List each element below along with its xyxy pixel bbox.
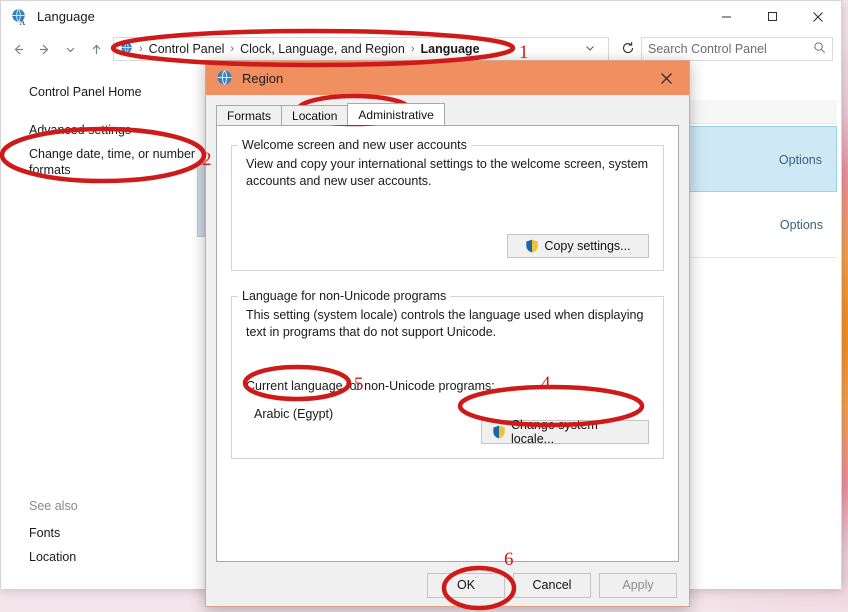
recent-pages-chevron-down-icon[interactable] [57, 36, 83, 62]
language-globe-icon: A [11, 8, 29, 27]
copy-settings-button[interactable]: Copy settings... [507, 234, 649, 258]
ok-button[interactable]: OK [427, 572, 505, 598]
search-placeholder: Search Control Panel [648, 42, 767, 56]
see-also-item-fonts[interactable]: Fonts [1, 521, 211, 545]
window-title: Language [37, 9, 95, 24]
language-globe-icon [120, 41, 136, 57]
region-dialog-title: Region [242, 70, 284, 86]
tab-formats[interactable]: Formats [216, 105, 283, 125]
minimize-icon[interactable] [703, 1, 749, 32]
options-link[interactable]: Options [779, 153, 822, 167]
non-unicode-language-group: Language for non-Unicode programs This s… [231, 289, 664, 459]
cancel-button[interactable]: Cancel [513, 572, 591, 598]
change-system-locale-button-label: Change system locale... [511, 418, 598, 446]
close-icon[interactable] [795, 1, 841, 32]
change-system-locale-button[interactable]: Change system locale... [481, 418, 649, 446]
welcome-screen-group-legend: Welcome screen and new user accounts [242, 138, 467, 152]
see-also-item-location[interactable]: Location [1, 545, 211, 569]
region-globe-icon [216, 69, 234, 87]
current-language-value: Arabic (Egypt) [254, 407, 334, 421]
region-tabs: Formats Location Administrative [216, 103, 679, 125]
svg-text:A: A [20, 18, 26, 26]
current-language-label: Current language for non-Unicode program… [246, 379, 495, 393]
region-dialog-titlebar: Region [206, 61, 689, 95]
up-arrow-icon[interactable] [83, 36, 109, 62]
window-controls [703, 1, 841, 32]
sidebar: Control Panel Home Advanced settings Cha… [1, 66, 211, 589]
forward-arrow-icon[interactable] [31, 36, 57, 62]
address-chevron-down-icon[interactable] [576, 42, 604, 57]
see-also-title: See also [29, 499, 78, 513]
copy-settings-button-label: Copy settings... [544, 239, 631, 253]
sidebar-item-change-date-time-number-formats[interactable]: Change date, time, or number formats [1, 142, 211, 182]
breadcrumb-language[interactable]: Language [415, 42, 484, 56]
options-link[interactable]: Options [780, 218, 823, 232]
see-also-section: See also Fonts Location [1, 496, 211, 569]
maximize-icon[interactable] [749, 1, 795, 32]
close-icon[interactable] [644, 61, 689, 95]
tab-location[interactable]: Location [281, 105, 349, 125]
welcome-screen-description: View and copy your international setting… [246, 157, 649, 188]
welcome-screen-group: Welcome screen and new user accounts Vie… [231, 138, 664, 271]
non-unicode-description: This setting (system locale) controls th… [246, 308, 644, 339]
uac-shield-icon [492, 425, 506, 439]
tab-administrative[interactable]: Administrative [347, 103, 445, 125]
search-icon [813, 41, 826, 57]
window-titlebar: A Language [1, 1, 841, 32]
vertical-scrollbar-thumb[interactable] [197, 164, 205, 237]
search-input[interactable]: Search Control Panel [641, 37, 833, 61]
region-dialog: Region Formats Location Administrative W… [205, 60, 690, 607]
breadcrumb-clock-language-region[interactable]: Clock, Language, and Region [235, 42, 410, 56]
refresh-icon[interactable] [615, 41, 641, 58]
apply-button: Apply [599, 572, 677, 598]
breadcrumb-control-panel[interactable]: Control Panel [144, 42, 230, 56]
non-unicode-group-legend: Language for non-Unicode programs [242, 289, 447, 303]
back-arrow-icon[interactable] [5, 36, 31, 62]
region-dialog-body: Formats Location Administrative Welcome … [206, 95, 689, 608]
region-dialog-footer: OK Cancel Apply [206, 562, 689, 608]
address-bar[interactable]: › Control Panel › Clock, Language, and R… [113, 37, 609, 61]
sidebar-item-control-panel-home[interactable]: Control Panel Home [1, 80, 211, 104]
administrative-tab-panel: Welcome screen and new user accounts Vie… [216, 125, 679, 562]
uac-shield-icon [525, 239, 539, 253]
sidebar-item-advanced-settings[interactable]: Advanced settings [1, 118, 211, 142]
